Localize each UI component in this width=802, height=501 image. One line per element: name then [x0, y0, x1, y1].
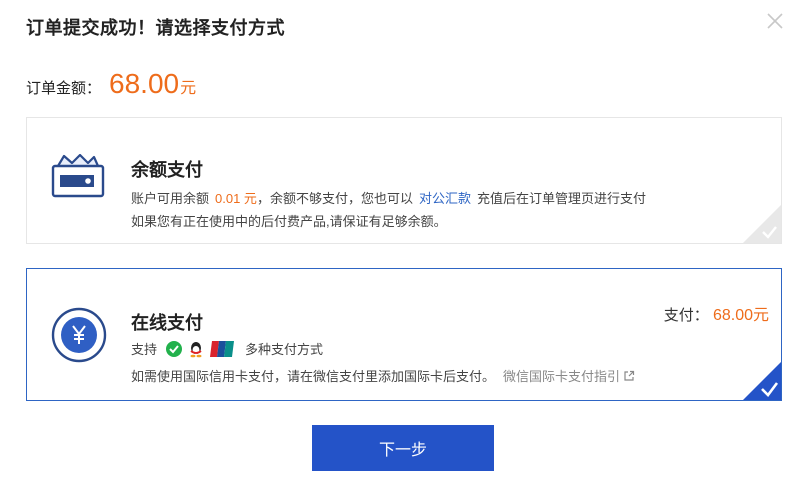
order-amount-label: 订单金额：: [26, 80, 102, 97]
next-step-button[interactable]: 下一步: [312, 425, 494, 471]
available-balance: 0.01 元: [215, 191, 257, 206]
close-icon[interactable]: [764, 10, 786, 32]
wechat-pay-icon: [166, 340, 183, 357]
intl-notice-text: 如需使用国际信用卡支付，请在微信支付里添加国际卡后支付。: [131, 369, 496, 384]
intl-card-notice: 如需使用国际信用卡支付，请在微信支付里添加国际卡后支付。 微信国际卡支付指引: [131, 366, 635, 385]
postpaid-notice: 如果您有正在使用中的后付费产品,请保证有足够余额。: [131, 214, 447, 229]
balance-info-prefix: 账户可用余额: [131, 191, 210, 206]
order-amount-unit: 元: [180, 80, 197, 97]
online-payment-amount: 支付： 68.00元: [664, 301, 769, 325]
intl-guide-link[interactable]: 微信国际卡支付指引: [503, 366, 635, 385]
yen-icon: [51, 307, 107, 363]
pay-amount: 68.00元: [712, 307, 769, 324]
supported-methods: 支持 多种支付方式: [131, 339, 323, 358]
support-suffix: 多种支付方式: [245, 342, 324, 357]
dialog-title: 订单提交成功！请选择支付方式: [26, 18, 285, 38]
unionpay-icon: [210, 340, 235, 357]
balance-payment-option[interactable]: 余额支付 账户可用余额 0.01 元 ，余额不够支付，您也可以 对公汇款 充值后…: [26, 117, 782, 244]
wallet-icon: [51, 154, 105, 198]
online-payment-title: 在线支付: [131, 313, 203, 333]
support-prefix: 支持: [131, 342, 158, 357]
online-payment-option[interactable]: 在线支付 支付： 68.00元 支持 多种支付方式 如需使用国际信用卡支付，请在…: [26, 268, 782, 401]
qq-wallet-icon: [190, 341, 202, 357]
selected-check-icon: [743, 362, 781, 400]
balance-payment-title: 余额支付: [131, 160, 203, 180]
bank-transfer-link[interactable]: 对公汇款: [419, 188, 471, 207]
balance-info-middle: ，余额不够支付，您也可以: [256, 191, 413, 206]
pay-label: 支付：: [663, 307, 709, 324]
intl-guide-link-label: 微信国际卡支付指引: [503, 369, 621, 384]
balance-payment-info: 账户可用余额 0.01 元 ，余额不够支付，您也可以 对公汇款 充值后在订单管理…: [131, 188, 646, 207]
unselected-check-icon: [743, 205, 781, 243]
external-link-icon: [624, 370, 635, 381]
order-amount: 订单金额： 68.00 元: [26, 68, 196, 100]
balance-info-suffix: 充值后在订单管理页进行支付: [476, 191, 646, 206]
order-amount-value: 68.00: [109, 68, 180, 99]
